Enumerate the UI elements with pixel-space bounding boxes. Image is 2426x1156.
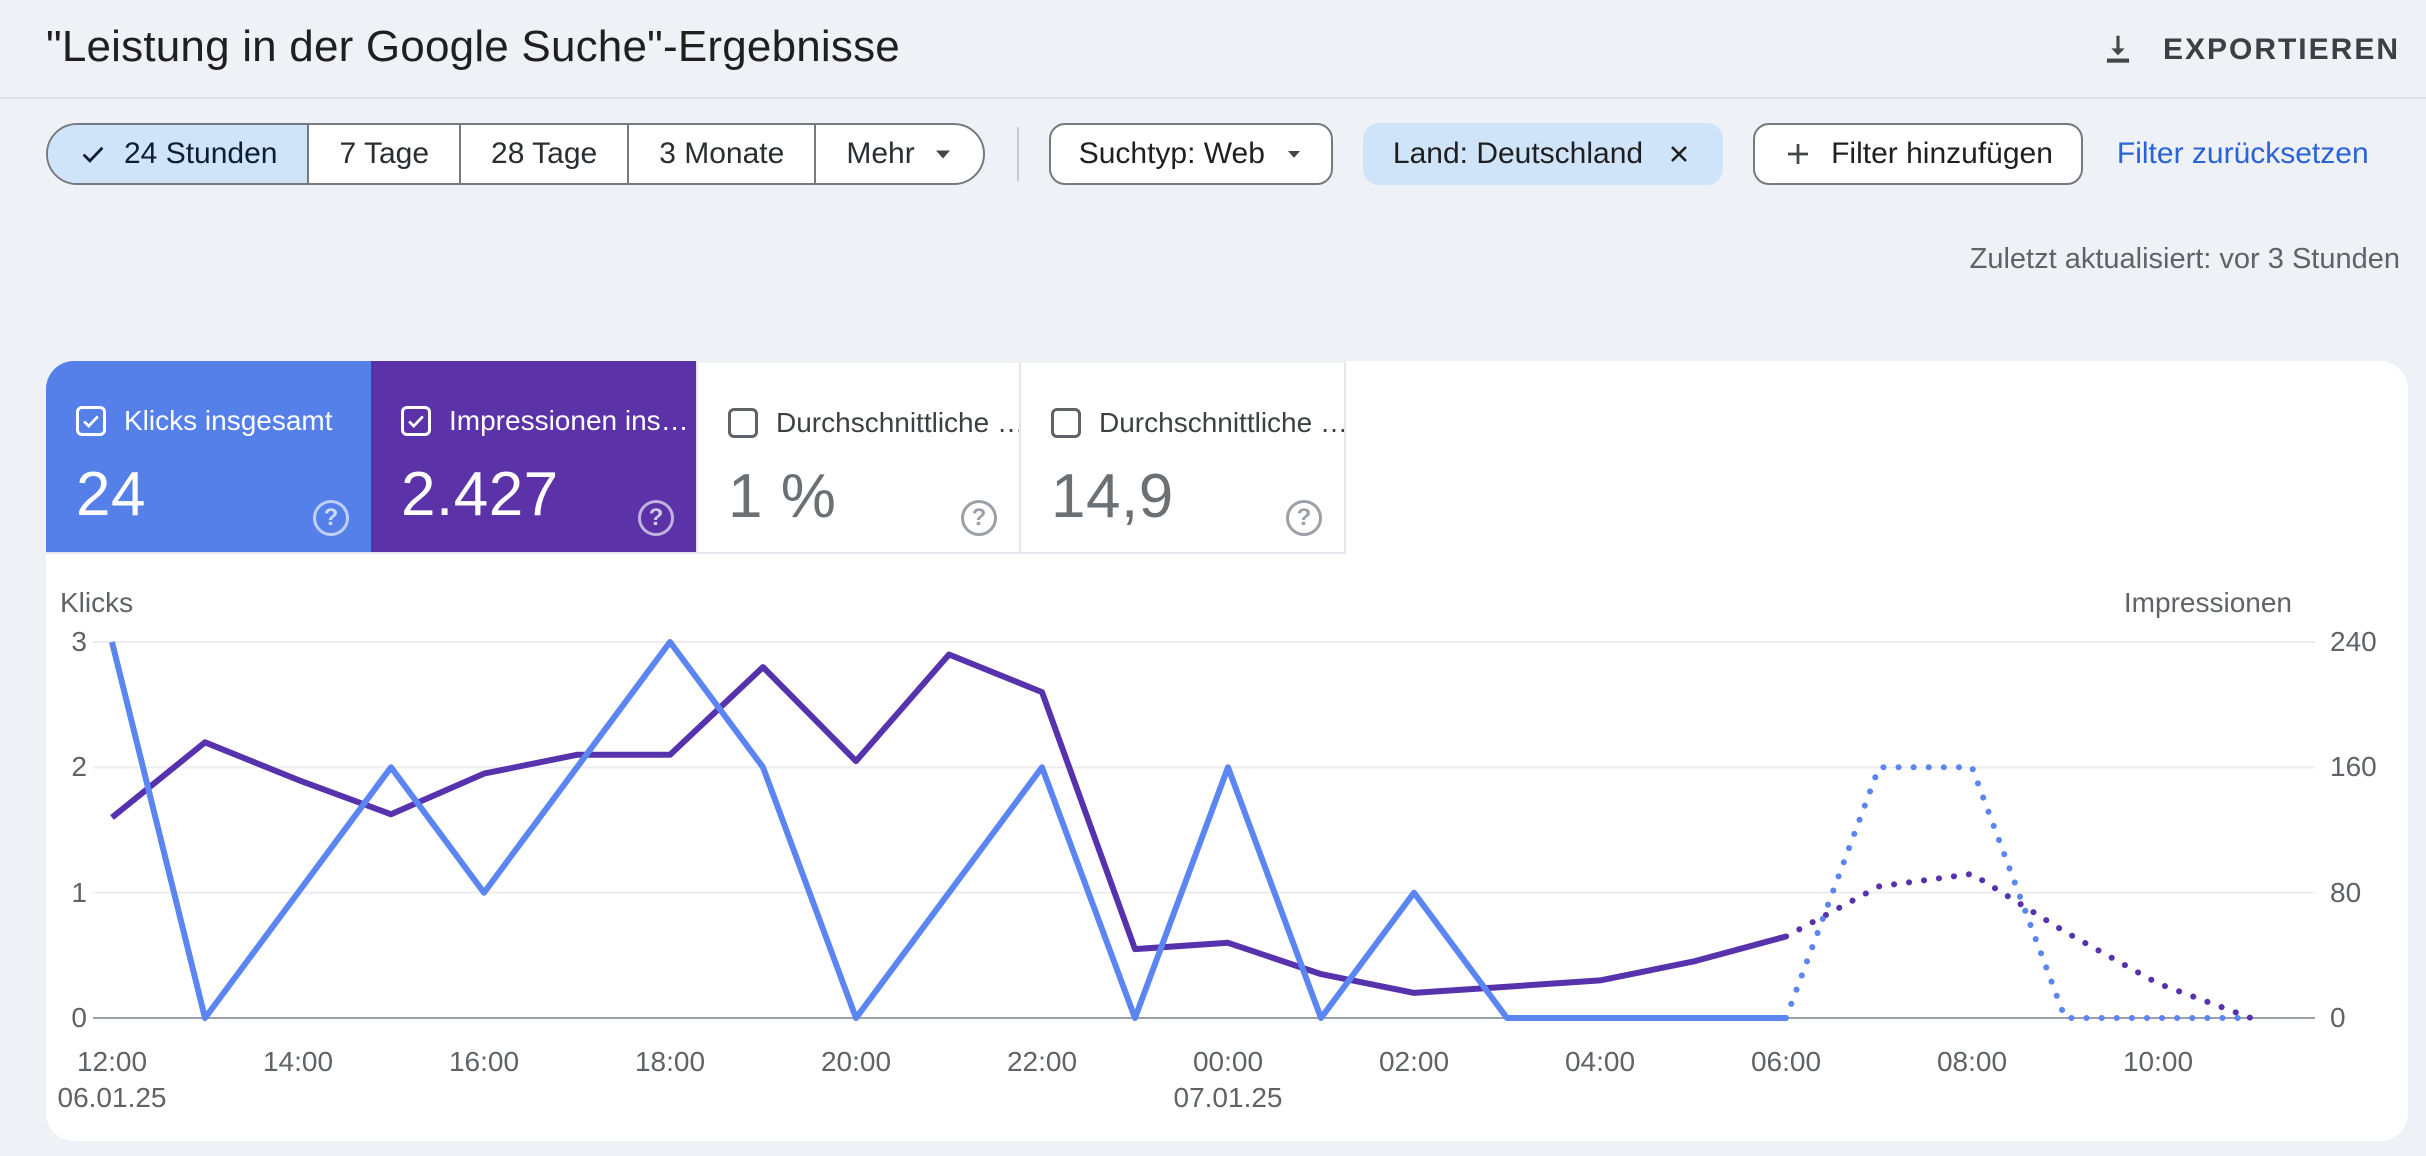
last-updated-text: Zuletzt aktualisiert: vor 3 Stunden <box>1969 243 2400 275</box>
range-28-tage[interactable]: 28 Tage <box>459 125 627 183</box>
range-3-monate[interactable]: 3 Monate <box>627 125 814 183</box>
download-icon <box>2099 31 2137 69</box>
close-icon[interactable] <box>1665 140 1693 168</box>
chevron-down-icon <box>1285 148 1303 160</box>
range-mehr-dropdown[interactable]: Mehr <box>814 125 982 183</box>
header-divider <box>0 97 2426 99</box>
country-filter-chip[interactable]: Land: Deutschland <box>1362 123 1724 185</box>
add-filter-button[interactable]: Filter hinzufügen <box>1753 123 2083 185</box>
plus-icon <box>1783 139 1813 169</box>
date-range-selector: 24 Stunden 7 Tage 28 Tage 3 Monate Mehr <box>46 123 985 185</box>
range-24-stunden[interactable]: 24 Stunden <box>48 125 308 183</box>
performance-report-page: "Leistung in der Google Suche"-Ergebniss… <box>0 0 2426 1156</box>
chevron-down-icon <box>933 147 953 161</box>
range-7-tage[interactable]: 7 Tage <box>307 125 459 183</box>
toolbar-divider <box>1016 127 1019 181</box>
reset-filters-link[interactable]: Filter zurücksetzen <box>2117 137 2369 171</box>
check-icon <box>78 139 108 169</box>
page-title: "Leistung in der Google Suche"-Ergebniss… <box>46 22 900 71</box>
search-type-filter-chip[interactable]: Suchtyp: Web <box>1048 123 1333 185</box>
export-label: EXPORTIEREN <box>2162 33 2400 66</box>
performance-card: Klicks insgesamt 24 ? Impressionen ins… … <box>46 361 2408 1141</box>
performance-line-chart <box>93 639 2315 1021</box>
filter-toolbar: 24 Stunden 7 Tage 28 Tage 3 Monate Mehr … <box>46 123 2369 185</box>
export-button[interactable]: EXPORTIEREN <box>2099 22 2400 78</box>
